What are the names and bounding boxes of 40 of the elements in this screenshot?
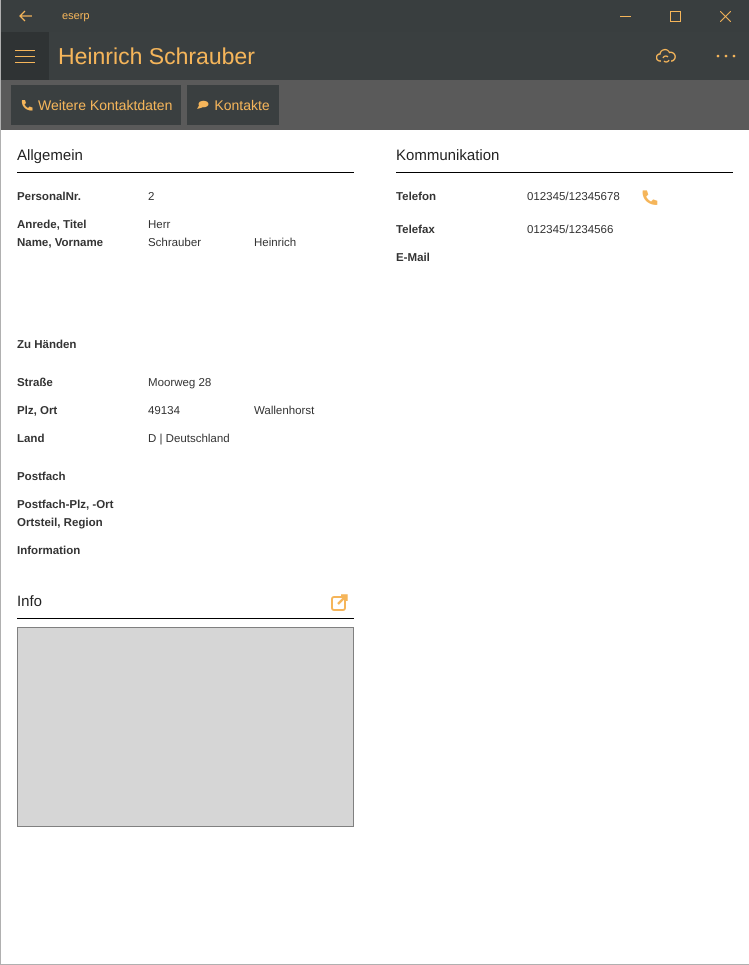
- menu-icon: [15, 50, 35, 62]
- more-icon[interactable]: [716, 54, 736, 58]
- field-label: Anrede, Titel: [17, 218, 88, 234]
- window-title: eserp: [62, 8, 90, 24]
- back-icon[interactable]: [19, 10, 33, 22]
- field-value: D | Deutschland: [148, 432, 231, 448]
- toolbar-button[interactable]: Kontakte: [187, 85, 279, 125]
- field-label: Information: [17, 544, 82, 560]
- field-label: Name, Vorname: [17, 236, 104, 252]
- field-value: 2: [148, 190, 156, 206]
- field-label: Postfach: [17, 470, 67, 486]
- field-value: Heinrich: [254, 236, 296, 252]
- field-value: Moorweg 28: [148, 376, 212, 392]
- field-value: Herr: [148, 218, 172, 234]
- section-title: Allgemein: [17, 147, 83, 164]
- field-value: Wallenhorst: [254, 404, 314, 420]
- phone-icon: [20, 98, 33, 112]
- field-label: Land: [17, 432, 46, 448]
- chat-icon: [196, 100, 210, 110]
- field-value: Schrauber: [148, 236, 202, 252]
- page-title: Heinrich Schrauber: [58, 42, 255, 71]
- field-value: 49134: [148, 404, 181, 420]
- field-label: PersonalNr.: [17, 190, 82, 206]
- toolbar-button[interactable]: Weitere Kontaktdaten: [11, 85, 182, 125]
- section-title: Info: [17, 592, 42, 612]
- close-icon[interactable]: [720, 10, 731, 22]
- menu-button[interactable]: [1, 32, 49, 80]
- cloud-sync-icon[interactable]: [656, 48, 676, 64]
- field-label: Zu Händen: [17, 338, 78, 354]
- field-value: 012345/1234566: [527, 223, 614, 238]
- maximize-icon[interactable]: [670, 10, 681, 22]
- field-label: E-Mail: [396, 251, 431, 266]
- field-label: Postfach-Plz, -Ort: [17, 498, 114, 514]
- section-title: Kommunikation: [396, 147, 500, 164]
- field-value: 012345/12345678: [527, 190, 621, 206]
- field-label: Plz, Ort: [17, 404, 58, 420]
- field-label: Straße: [17, 376, 54, 392]
- field-label: Telefon: [396, 190, 438, 206]
- field-label: Ortsteil, Region: [17, 516, 104, 532]
- field-label: Telefax: [396, 223, 436, 238]
